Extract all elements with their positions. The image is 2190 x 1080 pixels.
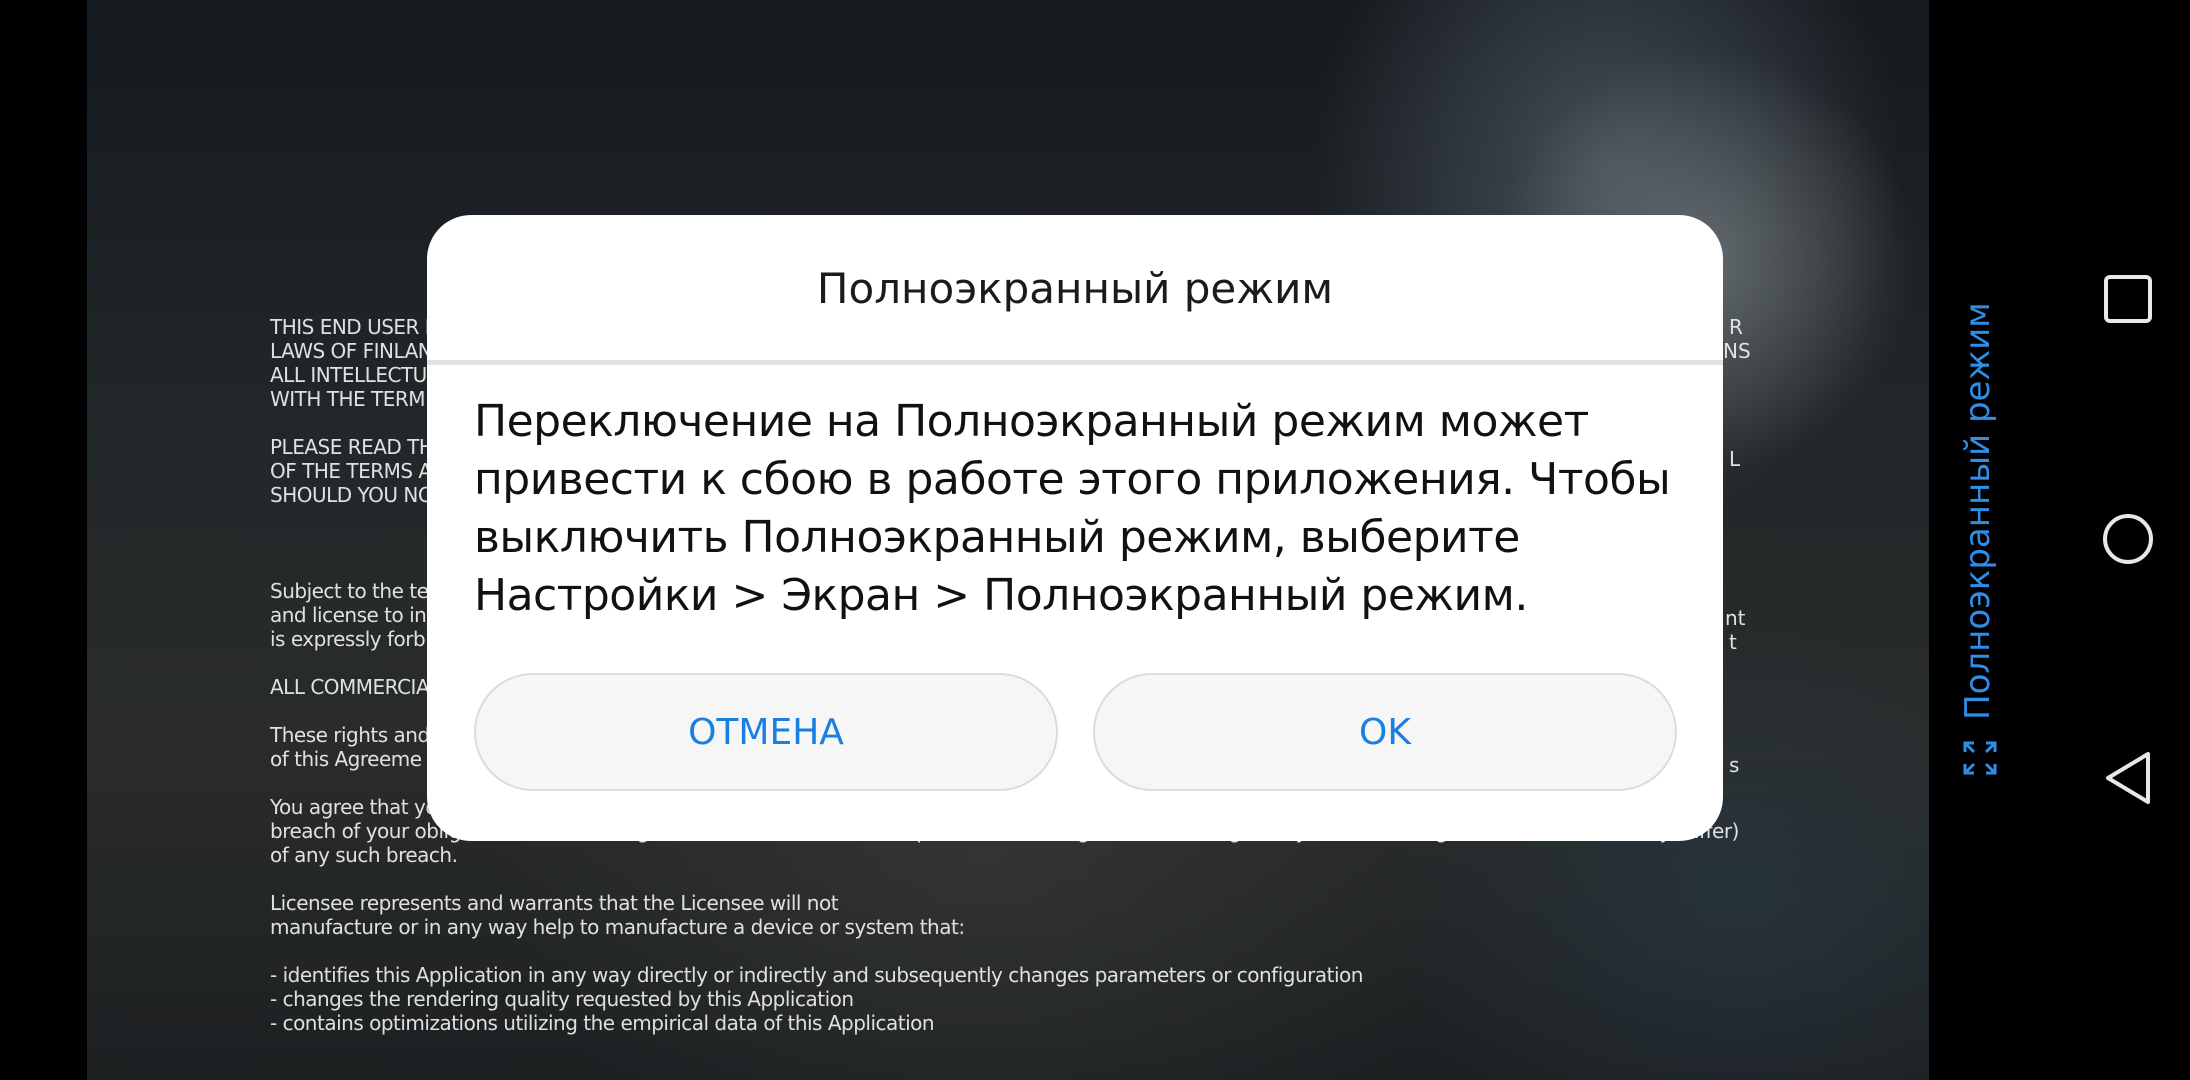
cancel-button[interactable]: ОТМЕНА — [474, 673, 1058, 791]
eula-paragraph: - identifies this Application in any way… — [270, 963, 1363, 1035]
fullscreen-dialog: Полноэкранный режим Переключение на Полн… — [427, 215, 1723, 841]
back-triangle-icon[interactable] — [2100, 750, 2156, 806]
eula-paragraph: Licensee represents and warrants that th… — [270, 891, 965, 939]
eula-right-fragment: NS — [1723, 339, 1751, 363]
eula-right-fragment: s — [1729, 753, 1740, 777]
fullscreen-mode-label: Полноэкранный режим — [1958, 302, 1998, 720]
home-circle-icon[interactable] — [2100, 511, 2156, 567]
fullscreen-icon — [1963, 741, 1997, 775]
recents-square-icon[interactable] — [2100, 271, 2156, 327]
eula-right-fragment: nt — [1725, 606, 1746, 630]
eula-right-fragment: R — [1729, 315, 1743, 339]
eula-right-fragment: L — [1729, 447, 1741, 471]
screen: THIS END USER L LAWS OF FINLAN ALL INTEL… — [0, 0, 2190, 1080]
fullscreen-mode-toggle[interactable]: Полноэкранный режим — [1950, 290, 2010, 790]
dialog-message: Переключение на Полноэкранный режим може… — [474, 396, 1671, 621]
dialog-divider — [427, 360, 1723, 365]
eula-right-fragment: t — [1729, 630, 1737, 654]
dialog-title: Полноэкранный режим — [816, 263, 1334, 313]
ok-button[interactable]: OK — [1093, 673, 1677, 791]
